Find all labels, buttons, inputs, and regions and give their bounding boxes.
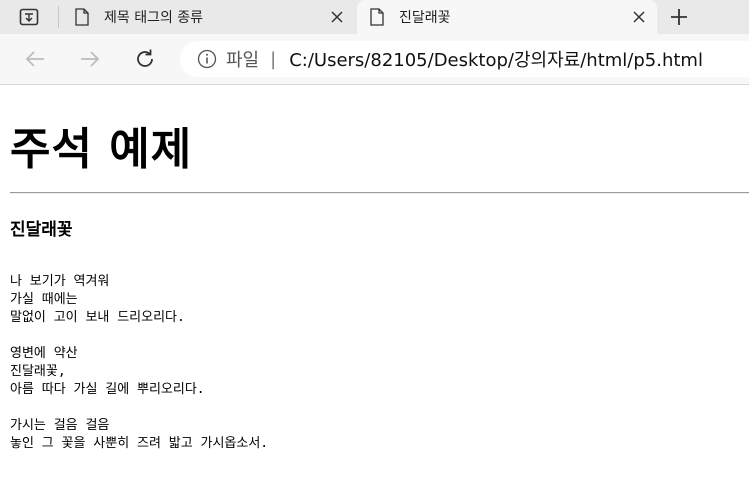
browser-toolbar: 파일 | C:/Users/82105/Desktop/강의자료/html/p5… (0, 34, 749, 85)
tab-strip: 제목 태그의 종류 진달래꽃 (0, 0, 749, 34)
url-scheme-label: 파일 (226, 50, 260, 71)
page-heading: 주석 예제 (10, 124, 193, 175)
back-arrow-icon[interactable] (21, 45, 49, 73)
refresh-icon[interactable] (131, 45, 159, 73)
close-icon[interactable] (627, 5, 651, 29)
tab-active[interactable]: 진달래꽃 (357, 0, 657, 34)
tab-actions-icon[interactable] (12, 6, 46, 28)
horizontal-rule (10, 192, 749, 194)
address-bar[interactable]: 파일 | C:/Users/82105/Desktop/강의자료/html/p5… (180, 41, 749, 77)
tab-inactive[interactable]: 제목 태그의 종류 (62, 0, 355, 34)
document-icon (369, 8, 385, 26)
poem-title: 진달래꽃 (10, 220, 73, 240)
page-viewport: 주석 예제 진달래꽃 나 보기가 역겨워 가실 때에는 말없이 고이 보내 드리… (0, 85, 749, 493)
plus-icon[interactable] (665, 4, 693, 30)
info-icon[interactable] (197, 49, 217, 69)
url-divider: | (270, 48, 277, 70)
tab-separator (58, 6, 59, 28)
close-icon[interactable] (325, 5, 349, 29)
tab-title: 진달래꽃 (399, 10, 451, 26)
url-text[interactable]: C:/Users/82105/Desktop/강의자료/html/p5.html (289, 46, 703, 72)
tab-title: 제목 태그의 종류 (104, 10, 204, 26)
poem-text: 나 보기가 역겨워 가실 때에는 말없이 고이 보내 드리오리다. 영변에 약산… (10, 274, 269, 451)
forward-arrow-icon[interactable] (76, 45, 104, 73)
document-icon (74, 8, 90, 26)
